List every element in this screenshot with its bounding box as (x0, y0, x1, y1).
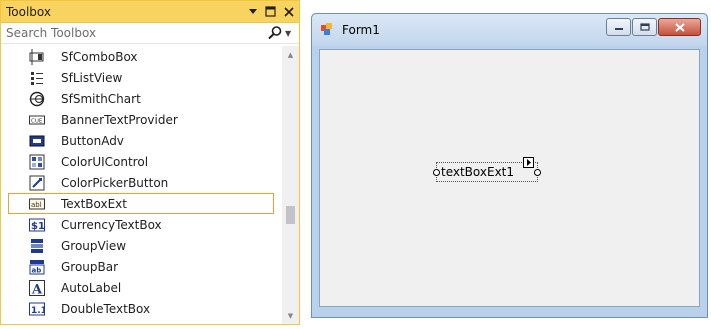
svg-text:$1: $1 (31, 221, 45, 232)
listview-icon (29, 70, 45, 86)
toolbox-scrollbar[interactable]: ▲ ▼ (282, 46, 299, 324)
toolbox-item-label: TextBoxExt (61, 196, 127, 211)
form-client-area[interactable]: textBoxExt1 (319, 49, 700, 307)
toolbox-item-sfcombobox[interactable]: SfComboBox (8, 46, 274, 67)
form-title-bar: Form1 (312, 14, 707, 46)
groupbar-icon: ab (29, 259, 45, 275)
toolbox-item-label: SfSmithChart (61, 91, 141, 106)
form-title: Form1 (342, 23, 380, 37)
toolbox-title: Toolbox (6, 4, 51, 19)
auto-hide-pin-icon[interactable] (263, 4, 278, 19)
svg-text:ab: ab (32, 266, 42, 274)
textboxext-text: textBoxExt1 (441, 165, 515, 179)
toolbox-item-list: SfComboBox SfListView SfSmithChart CUE B… (1, 46, 281, 319)
scrollbar-thumb[interactable] (286, 206, 295, 224)
maximize-icon (639, 23, 650, 31)
toolbox-item-groupview[interactable]: GroupView (8, 235, 274, 256)
smithchart-icon (29, 91, 45, 107)
toolbox-item-label: AutoLabel (61, 280, 122, 295)
textbox-icon: abl (29, 196, 45, 212)
banner-icon: CUE (29, 112, 45, 128)
autolabel-icon: A (29, 279, 45, 296)
window-position-dropdown-icon[interactable] (245, 4, 260, 19)
toolbox-item-label: BannerTextProvider (61, 112, 178, 127)
minimize-button[interactable] (606, 18, 631, 36)
resize-handle-left[interactable] (433, 169, 440, 176)
combobox-icon (29, 48, 45, 65)
toolbox-item-groupbar[interactable]: ab GroupBar (8, 256, 274, 277)
toolbox-item-buttonadv[interactable]: ButtonAdv (8, 130, 274, 151)
toolbox-item-sfsmithchart[interactable]: SfSmithChart (8, 88, 274, 109)
toolbox-header: Toolbox (1, 1, 299, 23)
close-icon[interactable] (281, 4, 296, 19)
search-icon[interactable] (267, 25, 283, 41)
svg-text:abl: abl (31, 201, 42, 209)
toolbox-search-box[interactable]: Search Toolbox ▼ (1, 23, 299, 44)
toolbox-item-label: ColorPickerButton (61, 175, 169, 190)
toolbox-item-textboxext[interactable]: abl TextBoxExt (8, 193, 274, 214)
toolbox-item-label: GroupBar (61, 259, 119, 274)
minimize-icon (614, 28, 623, 30)
toolbox-item-doubletextbox[interactable]: 1.1 DoubleTextBox (8, 298, 274, 319)
close-icon (674, 22, 685, 32)
svg-text:CUE: CUE (31, 118, 43, 124)
toolbox-item-label: DoubleTextBox (61, 301, 151, 316)
svg-text:A: A (31, 282, 43, 296)
toolbox-panel: Toolbox Search Toolbox ▼ SfComboBox SfLi… (0, 0, 300, 325)
close-button[interactable] (658, 18, 701, 36)
form-designer-window[interactable]: Form1 textBoxExt1 (311, 13, 708, 318)
toolbox-item-coloruicontrol[interactable]: ColorUIControl (8, 151, 274, 172)
smart-tag-arrow-icon (526, 159, 531, 166)
toolbox-item-label: SfListView (61, 70, 123, 85)
form-app-icon (321, 23, 332, 35)
groupview-icon (29, 238, 45, 254)
button-icon (29, 133, 45, 149)
color-picker-icon (29, 175, 45, 191)
toolbox-item-label: ButtonAdv (61, 133, 124, 148)
toolbox-item-sflistview[interactable]: SfListView (8, 67, 274, 88)
search-input[interactable]: Search Toolbox (6, 26, 267, 40)
toolbox-item-autolabel[interactable]: A AutoLabel (8, 277, 274, 298)
scroll-down-arrow-icon[interactable]: ▼ (285, 310, 296, 321)
toolbox-item-label: ColorUIControl (61, 154, 149, 169)
color-ui-icon (29, 154, 45, 170)
textboxext-control[interactable]: textBoxExt1 (433, 157, 541, 182)
svg-text:1.1: 1.1 (31, 306, 45, 316)
scroll-up-arrow-icon[interactable]: ▲ (285, 49, 296, 60)
double-textbox-icon: 1.1 (29, 301, 45, 317)
toolbox-item-bannertextprovider[interactable]: CUE BannerTextProvider (8, 109, 274, 130)
maximize-button[interactable] (632, 18, 657, 36)
currency-icon: $1 (29, 217, 45, 233)
toolbox-item-label: SfComboBox (61, 49, 138, 64)
toolbox-item-colorpickerbutton[interactable]: ColorPickerButton (8, 172, 274, 193)
resize-handle-right[interactable] (534, 169, 541, 176)
smart-tag-button[interactable] (523, 157, 534, 168)
toolbox-item-currencytextbox[interactable]: $1 CurrencyTextBox (8, 214, 274, 235)
toolbox-item-label: GroupView (61, 238, 127, 253)
toolbox-item-label: CurrencyTextBox (61, 217, 162, 232)
caption-buttons (605, 18, 701, 36)
search-options-chevron-icon[interactable]: ▼ (285, 29, 295, 38)
